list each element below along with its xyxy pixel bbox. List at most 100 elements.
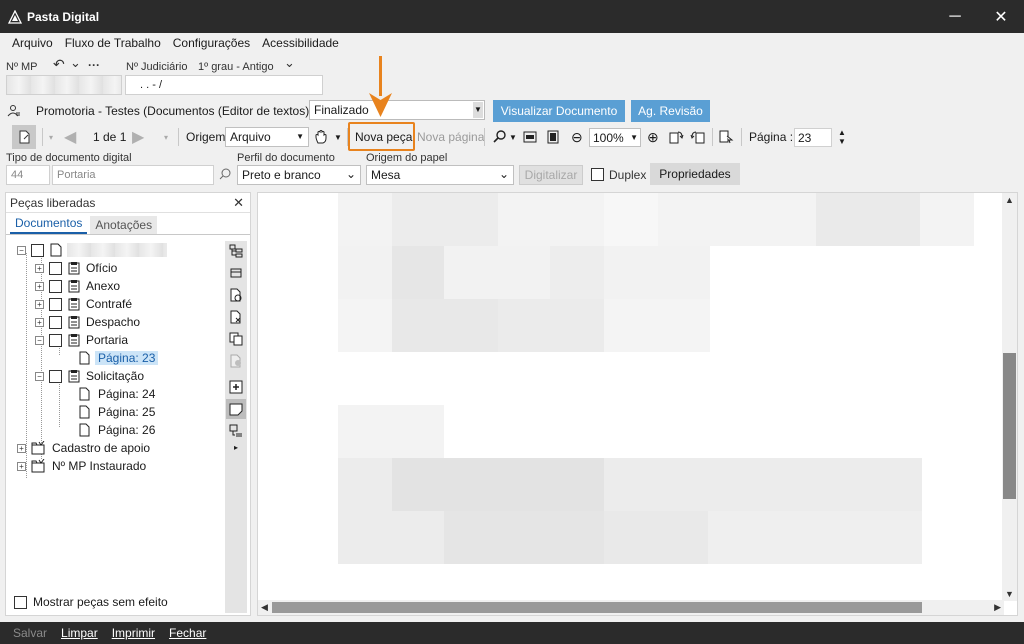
- pagina-spinner[interactable]: ▲ ▼: [838, 125, 846, 149]
- note-icon[interactable]: [226, 399, 246, 419]
- zoom-out-icon[interactable]: ⊖: [571, 125, 583, 149]
- tree-root[interactable]: −: [17, 241, 167, 259]
- tree-item-despacho[interactable]: + Despacho: [35, 313, 140, 331]
- tree-item-anexo[interactable]: + Anexo: [35, 277, 120, 295]
- document-user-icon[interactable]: [228, 353, 244, 369]
- revisao-button[interactable]: Ag. Revisão: [631, 100, 710, 122]
- menu-acessibilidade[interactable]: Acessibilidade: [256, 36, 345, 50]
- tree-checkbox[interactable]: [49, 315, 62, 329]
- vertical-scroll-thumb[interactable]: [1003, 353, 1016, 499]
- expand-icon[interactable]: +: [35, 317, 44, 327]
- tab-documentos[interactable]: Documentos: [10, 214, 88, 234]
- more-tools-icon[interactable]: ▸: [228, 439, 244, 455]
- propriedades-button[interactable]: Propriedades: [650, 163, 740, 185]
- tree-item-cadastro-de-apoio[interactable]: + Cadastro de apoio: [17, 439, 150, 457]
- horizontal-scroll-thumb[interactable]: [272, 602, 922, 613]
- limpar-button[interactable]: Limpar: [54, 626, 105, 640]
- digitalizar-button[interactable]: Digitalizar: [519, 165, 583, 185]
- copy-icon[interactable]: [228, 331, 244, 347]
- scroll-right-icon[interactable]: ▶: [994, 602, 1001, 613]
- pan-hand-icon[interactable]: [313, 125, 329, 149]
- fit-page-icon[interactable]: [546, 125, 560, 149]
- judiciario-input[interactable]: . . - /: [125, 75, 323, 95]
- tree-checkbox[interactable]: [49, 333, 62, 347]
- salvar-button[interactable]: Salvar: [6, 626, 54, 640]
- expand-icon[interactable]: +: [17, 461, 26, 471]
- nmp-input[interactable]: [6, 75, 122, 95]
- document-delete-icon[interactable]: [228, 309, 244, 325]
- scroll-down-icon[interactable]: ▼: [1005, 589, 1014, 599]
- collapse-icon[interactable]: −: [35, 335, 44, 345]
- origem-papel-select[interactable]: Mesa ⌄: [366, 165, 514, 185]
- tree-item-solicitacao[interactable]: − Solicitação: [35, 367, 144, 385]
- next-page-icon[interactable]: ▶: [132, 125, 144, 149]
- menu-fluxo-de-trabalho[interactable]: Fluxo de Trabalho: [59, 36, 167, 50]
- expand-icon[interactable]: +: [35, 299, 44, 309]
- pan-dropdown-icon[interactable]: ▼: [334, 125, 342, 149]
- vertical-scrollbar[interactable]: ▲ ▼: [1002, 193, 1017, 601]
- origem-select[interactable]: Arquivo ▼: [225, 127, 309, 147]
- tree-checkbox[interactable]: [49, 297, 62, 311]
- tree-checkbox[interactable]: [49, 279, 62, 293]
- visualizar-documento-button[interactable]: Visualizar Documento: [493, 100, 625, 122]
- first-page-icon[interactable]: ▾: [49, 125, 53, 149]
- fechar-button[interactable]: Fechar: [162, 626, 213, 640]
- tree-item-pagina-24[interactable]: Página: 24: [77, 385, 155, 403]
- prev-page-icon[interactable]: ◀: [64, 125, 76, 149]
- imprimir-button[interactable]: Imprimir: [105, 626, 162, 640]
- last-page-icon[interactable]: ▾: [164, 125, 168, 149]
- undo-icon[interactable]: ↶: [53, 56, 65, 73]
- collapse-icon[interactable]: −: [35, 371, 44, 381]
- tipo-search-icon[interactable]: [218, 167, 232, 184]
- menu-arquivo[interactable]: Arquivo: [6, 36, 59, 50]
- select-page-icon[interactable]: [718, 125, 734, 149]
- more-options-icon[interactable]: ···: [88, 58, 100, 72]
- tab-anotacoes[interactable]: Anotações: [90, 216, 158, 234]
- document-viewer[interactable]: ▲ ▼ ◀ ▶: [257, 192, 1018, 616]
- tree-item-pagina-23[interactable]: Página: 23: [77, 349, 159, 367]
- minimize-button[interactable]: ─: [932, 0, 978, 33]
- duplex-checkbox[interactable]: [591, 168, 604, 181]
- zoom-in-icon[interactable]: ⊕: [647, 125, 659, 149]
- history-dropdown-icon[interactable]: ⌄: [70, 55, 81, 71]
- search-icon[interactable]: [492, 125, 508, 149]
- fit-width-icon[interactable]: [523, 125, 537, 149]
- tree-item-mp-instaurado[interactable]: + Nº MP Instaurado: [17, 457, 146, 475]
- tree-item-oficio[interactable]: + Ofício: [35, 259, 117, 277]
- panel-close-icon[interactable]: ✕: [233, 195, 244, 211]
- tree-item-pagina-25[interactable]: Página: 25: [77, 403, 155, 421]
- zoom-select[interactable]: 100% ▼: [589, 128, 641, 147]
- tree-item-contrafe[interactable]: + Contrafé: [35, 295, 132, 313]
- expand-icon[interactable]: +: [17, 443, 26, 453]
- document-mode-button[interactable]: [12, 125, 36, 149]
- tree-checkbox[interactable]: [49, 369, 62, 383]
- filter-list-icon[interactable]: [228, 423, 244, 439]
- stack-icon[interactable]: [228, 265, 244, 281]
- perfil-select[interactable]: Preto e branco ⌄: [237, 165, 361, 185]
- tree-item-pagina-26[interactable]: Página: 26: [77, 421, 155, 439]
- tree-checkbox[interactable]: [31, 243, 44, 257]
- collapse-icon[interactable]: −: [17, 245, 26, 255]
- menu-configuracoes[interactable]: Configurações: [167, 36, 256, 50]
- expand-icon[interactable]: +: [35, 263, 44, 273]
- tree-item-portaria[interactable]: − Portaria: [35, 331, 128, 349]
- close-window-button[interactable]: ✕: [978, 0, 1024, 33]
- tree-structure-icon[interactable]: [228, 243, 244, 259]
- pagina-input[interactable]: 23: [794, 128, 832, 147]
- document-refresh-icon[interactable]: [228, 287, 244, 303]
- grau-dropdown-icon[interactable]: ⌄: [284, 55, 295, 71]
- rotate-right-icon[interactable]: [690, 125, 706, 149]
- tipo-input[interactable]: Portaria: [52, 165, 214, 185]
- expand-icon[interactable]: +: [35, 281, 44, 291]
- tipo-code-input[interactable]: 44: [6, 165, 50, 185]
- horizontal-scrollbar[interactable]: ◀ ▶: [258, 600, 1004, 615]
- search-dropdown-icon[interactable]: ▼: [509, 125, 517, 149]
- tree-checkbox[interactable]: [49, 261, 62, 275]
- fila-select[interactable]: Finalizado ▼: [309, 100, 485, 120]
- scroll-left-icon[interactable]: ◀: [261, 602, 268, 613]
- scroll-up-icon[interactable]: ▲: [1005, 195, 1014, 205]
- nova-pagina-button[interactable]: Nova página: [417, 125, 484, 149]
- rotate-left-icon[interactable]: [668, 125, 684, 149]
- show-ineffective-checkbox[interactable]: [14, 595, 27, 609]
- add-document-icon[interactable]: [228, 379, 244, 395]
